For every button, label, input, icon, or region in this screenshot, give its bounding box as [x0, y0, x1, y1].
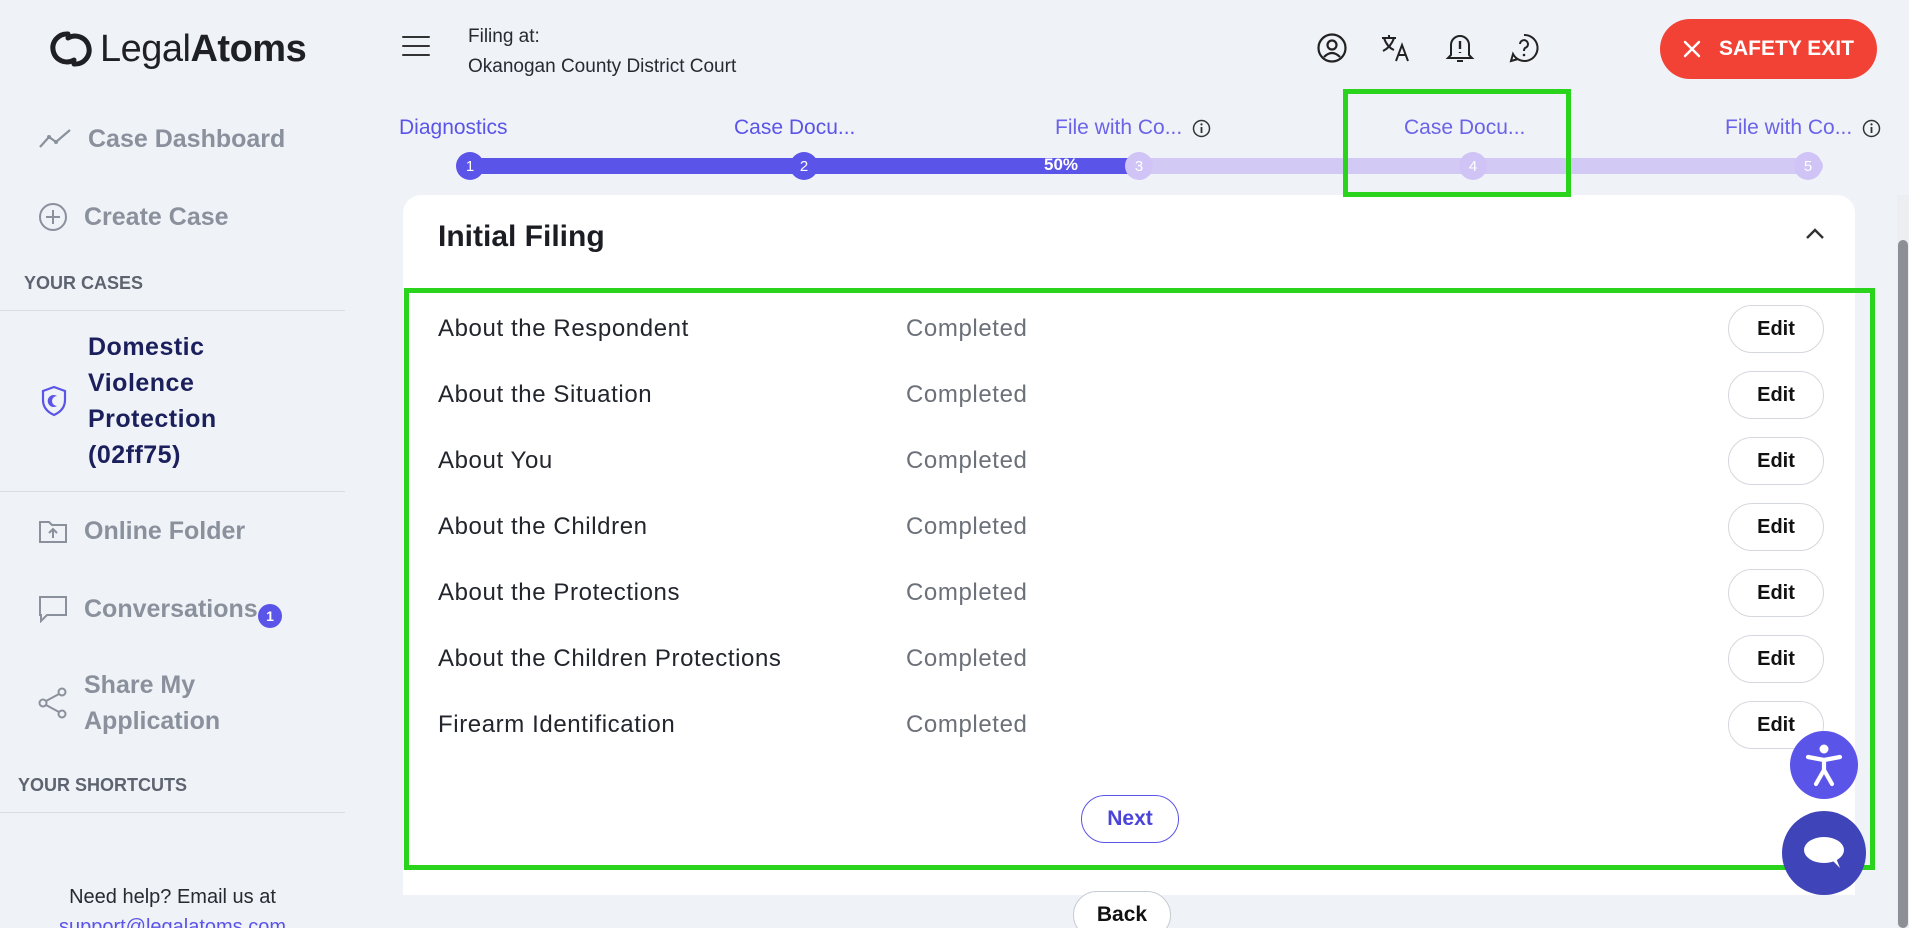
back-button[interactable]: Back [1073, 891, 1171, 928]
step-label-2[interactable]: Case Docu... [734, 116, 855, 140]
scrollbar-thumb[interactable] [1898, 240, 1908, 928]
user-icon[interactable] [1315, 31, 1349, 65]
row-status: Completed [906, 579, 1028, 606]
sidebar-item-online-folder[interactable]: Online Folder [0, 492, 345, 570]
logo-text: LegalAtoms [100, 27, 307, 70]
row-name: About the Situation [438, 381, 653, 408]
sidebar-item-label: Conversations [84, 594, 258, 623]
edit-button[interactable]: Edit [1728, 503, 1824, 551]
info-icon[interactable] [1862, 119, 1881, 138]
row-status: Completed [906, 711, 1028, 738]
close-icon [1683, 40, 1701, 58]
help-box: Need help? Email us at support@legalatom… [0, 882, 345, 928]
info-icon[interactable] [1192, 119, 1211, 138]
table-row: About the Children Completed Edit [438, 494, 1824, 560]
trend-icon [39, 129, 71, 148]
row-status: Completed [906, 381, 1028, 408]
row-name: About the Respondent [438, 315, 689, 342]
row-status: Completed [906, 513, 1028, 540]
row-name: About You [438, 447, 553, 474]
sidebar-item-dashboard[interactable]: Case Dashboard [0, 100, 345, 178]
edit-button[interactable]: Edit [1728, 569, 1824, 617]
safety-exit-button[interactable]: SAFETY EXIT [1660, 19, 1877, 79]
table-row: About the Situation Completed Edit [438, 362, 1824, 428]
table-row: Firearm Identification Completed Edit [438, 692, 1824, 758]
your-shortcuts-heading: YOUR SHORTCUTS [18, 774, 188, 795]
initial-filing-card: Initial Filing About the Respondent Comp… [403, 195, 1855, 895]
sidebar-item-conversations[interactable]: Conversations [0, 570, 345, 648]
help-icon[interactable] [1507, 31, 1541, 65]
table-row: About the Protections Completed Edit [438, 560, 1824, 626]
sidebar-item-share[interactable]: Share My Application [0, 648, 345, 758]
divider [0, 812, 345, 813]
sidebar-item-label: Online Folder [84, 516, 246, 545]
edit-button[interactable]: Edit [1728, 437, 1824, 485]
filing-court: Okanogan County District Court [468, 56, 737, 77]
step-label-3[interactable]: File with Co... [1055, 116, 1211, 140]
highlight-step-4 [1343, 89, 1571, 197]
logo-icon [50, 31, 92, 67]
table-row: About You Completed Edit [438, 428, 1824, 494]
sidebar-item-label: Share My Application [84, 671, 221, 735]
chevron-up-icon[interactable] [1805, 227, 1825, 245]
filing-location: Filing at: Okanogan County District Cour… [468, 22, 736, 82]
filing-label: Filing at: [468, 26, 540, 47]
progress-percent: 50% [1044, 155, 1079, 174]
accessibility-icon [1805, 744, 1843, 787]
plus-circle-icon [39, 203, 67, 231]
chat-widget-button[interactable] [1782, 811, 1866, 895]
your-cases-heading: YOUR CASES [24, 272, 144, 293]
step-dot-4[interactable]: 4 [1459, 152, 1487, 180]
row-status: Completed [906, 645, 1028, 672]
conversations-badge: 1 [258, 604, 282, 628]
sidebar-item-label: Case Dashboard [88, 124, 286, 153]
notification-icon[interactable] [1443, 31, 1477, 65]
chat-bubble-icon [1804, 837, 1844, 868]
folder-upload-icon [39, 521, 67, 543]
table-row: About the Children Protections Completed… [438, 626, 1824, 692]
edit-button[interactable]: Edit [1728, 371, 1824, 419]
row-status: Completed [906, 447, 1028, 474]
next-button[interactable]: Next [1081, 795, 1179, 843]
sidebar-item-create-case[interactable]: Create Case [0, 178, 345, 256]
menu-icon[interactable] [402, 36, 430, 58]
row-name: About the Children Protections [438, 645, 782, 672]
case-title: Domestic Violence Protection (02ff75) [88, 333, 217, 469]
step-label-5[interactable]: File with Co... [1725, 116, 1881, 140]
sidebar-item-case[interactable]: Domestic Violence Protection (02ff75) [0, 311, 345, 491]
card-title: Initial Filing [438, 220, 605, 253]
translate-icon[interactable] [1379, 31, 1413, 65]
step-label-4[interactable]: Case Docu... [1404, 116, 1525, 140]
step-dot-1[interactable]: 1 [456, 152, 484, 180]
app-logo[interactable]: LegalAtoms [48, 26, 307, 72]
step-dot-3[interactable]: 3 [1125, 152, 1153, 180]
header-icons [1315, 31, 1541, 65]
help-email-link[interactable]: support@legalatoms.com [59, 916, 286, 928]
row-name: Firearm Identification [438, 711, 676, 738]
chat-icon [39, 596, 67, 623]
sidebar-item-label: Create Case [84, 202, 229, 231]
step-dot-2[interactable]: 2 [790, 152, 818, 180]
row-name: About the Protections [438, 579, 681, 606]
row-status: Completed [906, 315, 1028, 342]
accessibility-button[interactable] [1790, 731, 1858, 799]
step-label-1[interactable]: Diagnostics [399, 116, 508, 140]
safety-exit-label: SAFETY EXIT [1719, 37, 1854, 60]
row-name: About the Children [438, 513, 648, 540]
help-text: Need help? Email us at [69, 886, 276, 908]
sidebar: Case Dashboard Create Case YOUR CASES Do… [0, 100, 345, 813]
share-icon [38, 687, 67, 719]
step-dot-5[interactable]: 5 [1794, 152, 1822, 180]
edit-button[interactable]: Edit [1728, 635, 1824, 683]
table-row: About the Respondent Completed Edit [438, 296, 1824, 362]
edit-button[interactable]: Edit [1728, 305, 1824, 353]
shield-icon [41, 385, 67, 417]
